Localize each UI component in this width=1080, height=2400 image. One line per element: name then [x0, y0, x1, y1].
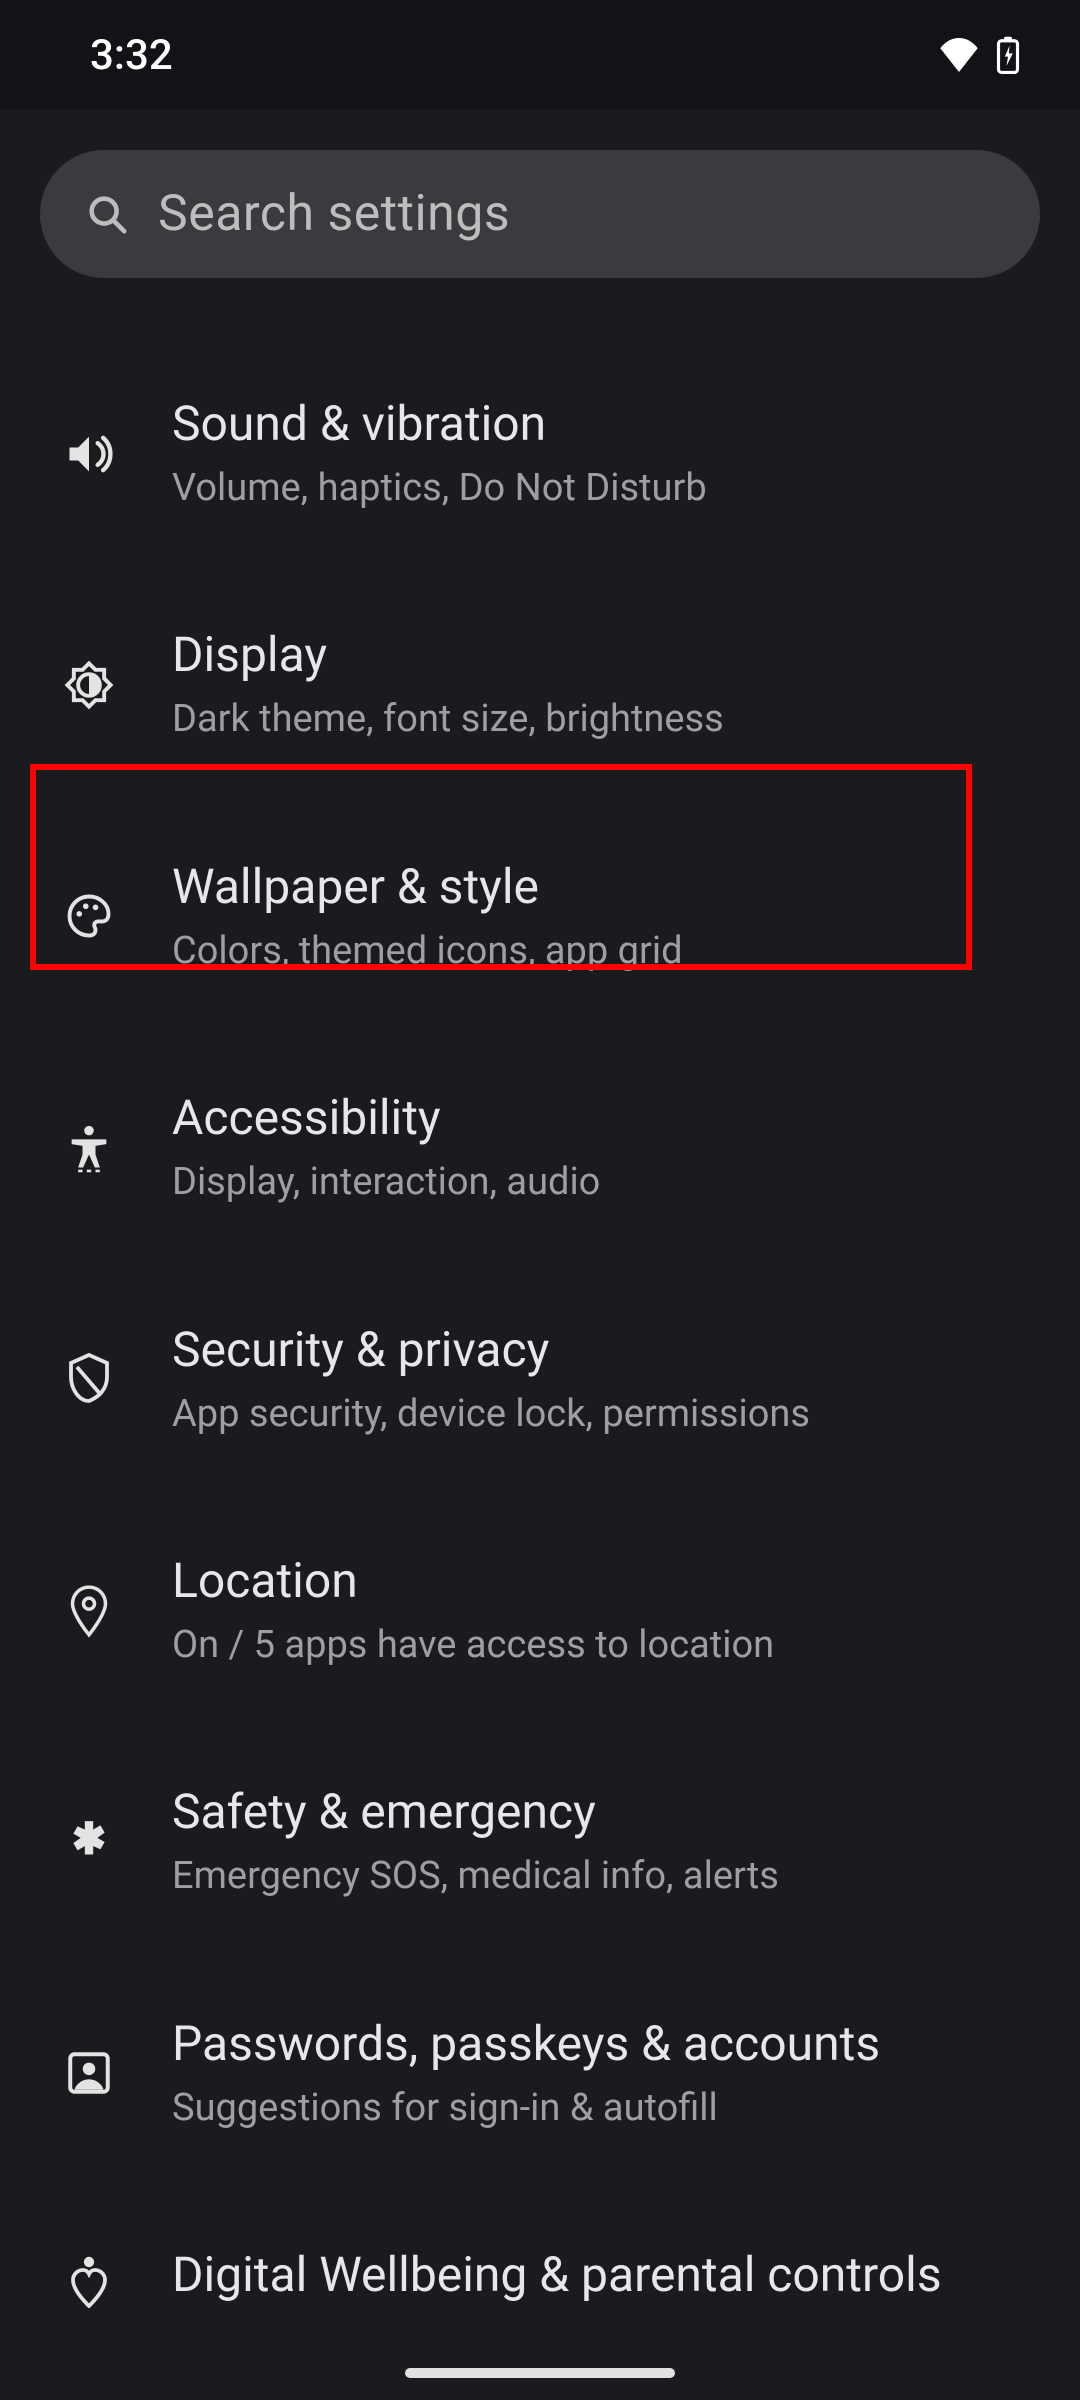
- settings-item-wallpaper[interactable]: Wallpaper & style Colors, themed icons, …: [0, 801, 1080, 1032]
- item-title: Accessibility: [172, 1088, 1040, 1148]
- settings-item-sound[interactable]: Sound & vibration Volume, haptics, Do No…: [0, 338, 1080, 569]
- status-time: 3:32: [90, 31, 173, 80]
- item-title: Safety & emergency: [172, 1782, 1040, 1842]
- medical-icon: [44, 1817, 134, 1867]
- brightness-icon: [44, 659, 134, 711]
- item-subtitle: Emergency SOS, medical info, alerts: [172, 1852, 1040, 1901]
- volume-icon: [44, 428, 134, 480]
- item-subtitle: Colors, themed icons, app grid: [172, 927, 1040, 976]
- item-subtitle: Dark theme, font size, brightness: [172, 695, 1040, 744]
- item-title: Wallpaper & style: [172, 857, 1040, 917]
- accessibility-icon: [44, 1122, 134, 1174]
- search-icon: [84, 191, 130, 237]
- item-title: Security & privacy: [172, 1320, 1040, 1380]
- item-title: Sound & vibration: [172, 394, 1040, 454]
- item-subtitle: On / 5 apps have access to location: [172, 1621, 1040, 1670]
- account-box-icon: [44, 2048, 134, 2098]
- item-title: Location: [172, 1551, 1040, 1611]
- settings-list: Sound & vibration Volume, haptics, Do No…: [0, 308, 1080, 2371]
- item-title: Passwords, passkeys & accounts: [172, 2014, 1040, 2074]
- settings-item-wellbeing[interactable]: Digital Wellbeing & parental controls: [0, 2189, 1080, 2371]
- wellbeing-icon: [44, 2252, 134, 2308]
- palette-icon: [44, 890, 134, 942]
- settings-item-display[interactable]: Display Dark theme, font size, brightnes…: [0, 569, 1080, 800]
- status-bar: 3:32: [0, 0, 1080, 110]
- shield-icon: [44, 1351, 134, 1407]
- wifi-icon: [938, 38, 980, 72]
- item-subtitle: Display, interaction, audio: [172, 1158, 1040, 1207]
- navigation-bar-pill[interactable]: [405, 2368, 675, 2378]
- status-icons: [938, 36, 1020, 74]
- location-pin-icon: [44, 1583, 134, 1639]
- settings-item-passwords[interactable]: Passwords, passkeys & accounts Suggestio…: [0, 1958, 1080, 2189]
- item-subtitle: Volume, haptics, Do Not Disturb: [172, 464, 1040, 513]
- item-subtitle: App security, device lock, permissions: [172, 1390, 1040, 1439]
- item-title: Digital Wellbeing & parental controls: [172, 2245, 1040, 2305]
- search-settings-bar[interactable]: Search settings: [40, 150, 1040, 278]
- settings-item-location[interactable]: Location On / 5 apps have access to loca…: [0, 1495, 1080, 1726]
- item-title: Display: [172, 625, 1040, 685]
- settings-item-security[interactable]: Security & privacy App security, device …: [0, 1264, 1080, 1495]
- battery-charging-icon: [996, 36, 1020, 74]
- settings-item-accessibility[interactable]: Accessibility Display, interaction, audi…: [0, 1032, 1080, 1263]
- item-subtitle: Suggestions for sign-in & autofill: [172, 2084, 1040, 2133]
- settings-item-safety[interactable]: Safety & emergency Emergency SOS, medica…: [0, 1726, 1080, 1957]
- search-placeholder: Search settings: [158, 185, 510, 243]
